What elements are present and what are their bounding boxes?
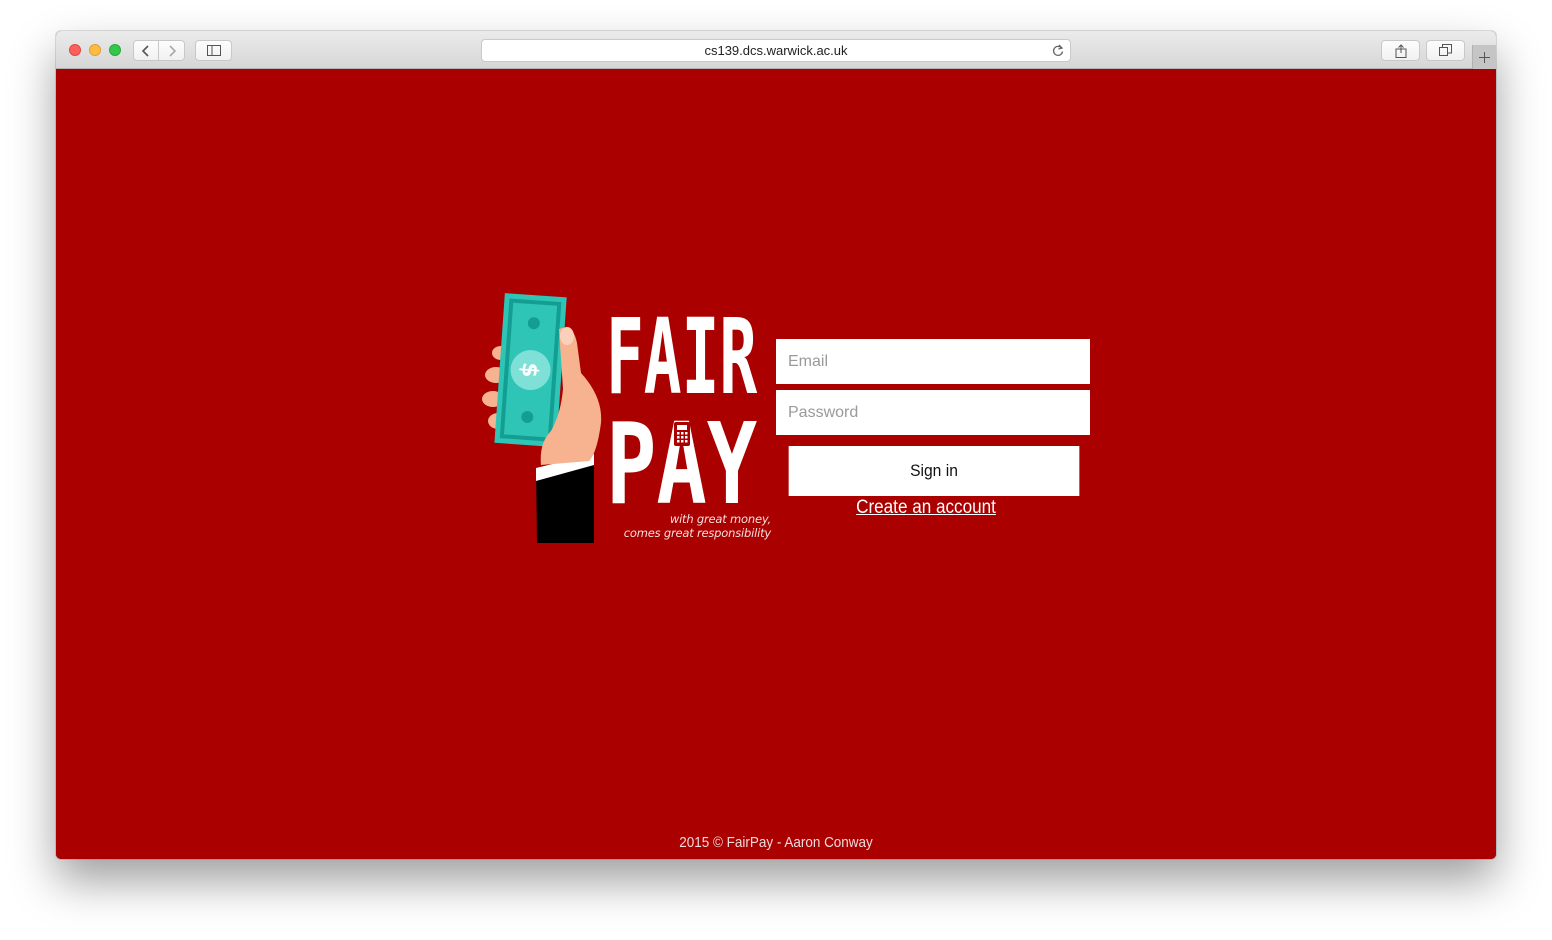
new-tab-button[interactable] (1472, 45, 1496, 69)
tagline: with great money, comes great responsibi… (591, 512, 771, 540)
fairpay-logo: $ FAIR PAY (482, 293, 758, 543)
sleeve-icon (536, 454, 594, 543)
minimize-window-button[interactable] (89, 44, 101, 56)
maximize-window-button[interactable] (109, 44, 121, 56)
reload-icon[interactable] (1052, 44, 1064, 57)
share-icon (1395, 43, 1406, 58)
url-text: cs139.dcs.warwick.ac.uk (704, 43, 848, 58)
tagline-line-2: comes great responsibility (623, 526, 771, 540)
sidebar-button[interactable] (195, 40, 232, 61)
footer-copyright: 2015 © FairPay - Aaron Conway (679, 835, 873, 851)
email-field[interactable] (776, 339, 1090, 384)
sign-in-button[interactable]: Sign in (788, 446, 1080, 496)
back-button[interactable] (133, 40, 159, 61)
svg-text:$: $ (516, 361, 542, 378)
share-button[interactable] (1381, 40, 1420, 61)
show-tabs-button[interactable] (1426, 40, 1465, 61)
address-bar[interactable]: cs139.dcs.warwick.ac.uk (481, 39, 1071, 62)
sidebar-icon (206, 45, 221, 56)
create-account-link[interactable]: Create an account (791, 497, 1061, 519)
password-field[interactable] (776, 390, 1090, 435)
new-tab-icon (1479, 51, 1490, 63)
page-content: $ FAIR PAY with great money, comes great… (56, 69, 1496, 859)
logo-text-pay: PAY (606, 400, 757, 530)
browser-toolbar: cs139.dcs.warwick.ac.uk (56, 31, 1496, 69)
tagline-line-1: with great money, (669, 512, 771, 526)
tabs-icon (1439, 44, 1452, 56)
forward-button[interactable] (158, 40, 185, 61)
browser-window: cs139.dcs.warwick.ac.uk $ FAIR PAY with … (56, 31, 1496, 859)
close-window-button[interactable] (69, 44, 81, 56)
calculator-icon (674, 422, 690, 446)
back-icon (141, 44, 149, 57)
forward-icon (168, 44, 176, 57)
